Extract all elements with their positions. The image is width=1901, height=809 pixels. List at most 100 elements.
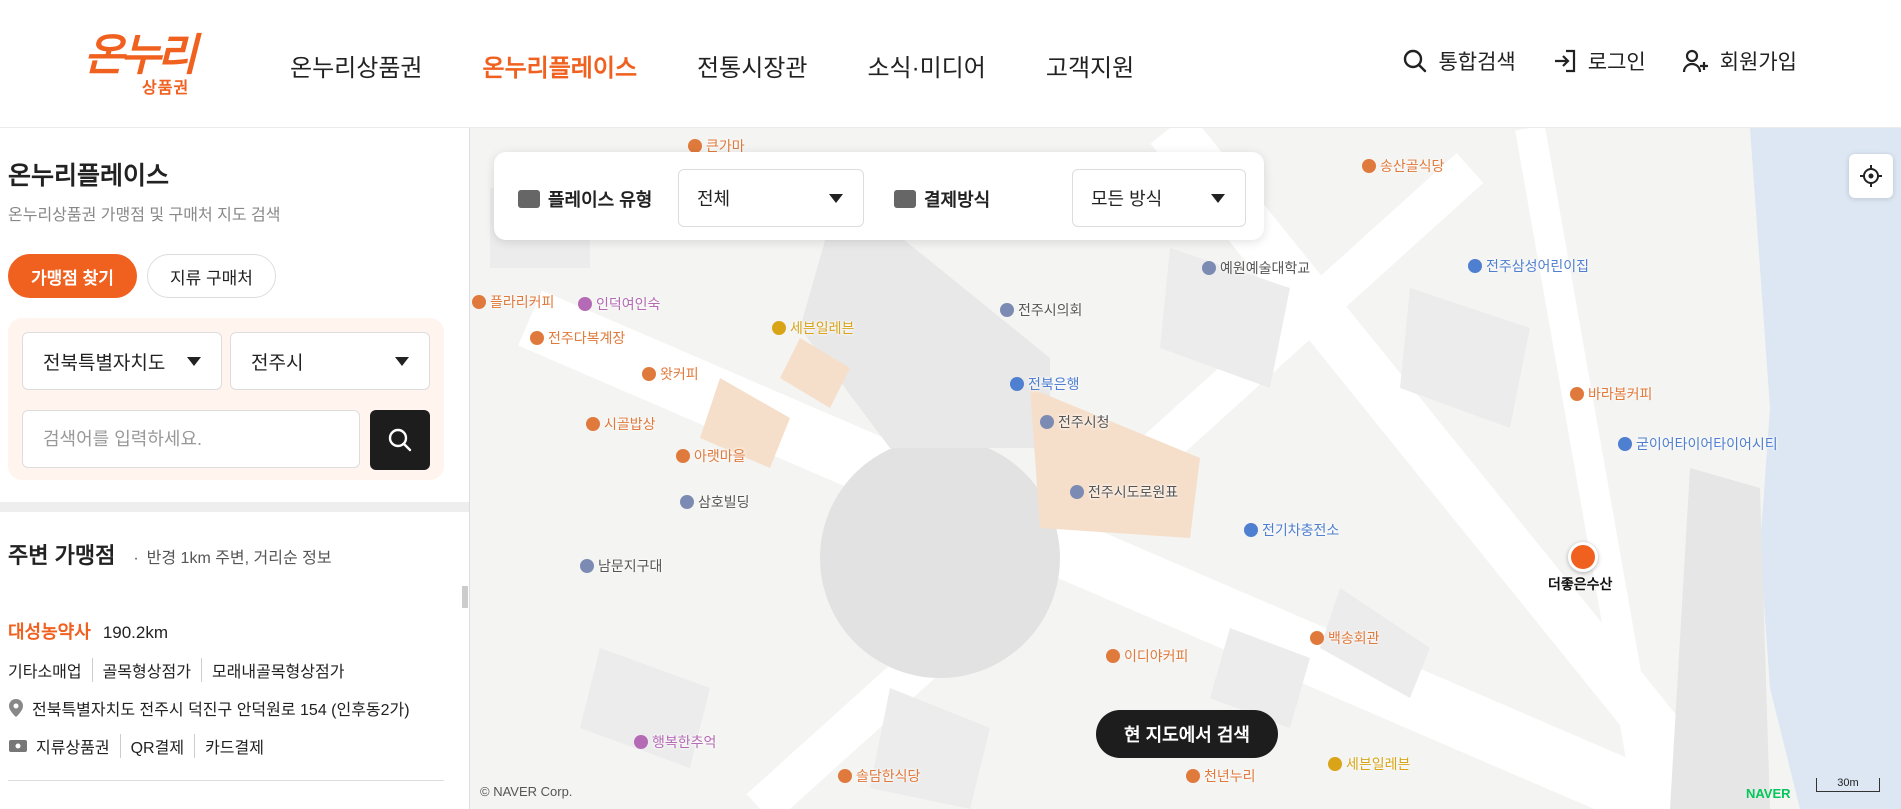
store-payments-row: 지류상품권 QR결제 카드결제 bbox=[8, 734, 444, 758]
map-poi-label: 인덕여인숙 bbox=[596, 296, 661, 312]
city-select[interactable]: 전주시 bbox=[230, 332, 430, 390]
section-divider bbox=[0, 502, 469, 512]
map-poi-label: 이디야커피 bbox=[1124, 648, 1189, 664]
search-mode-tabs: 가맹점 찾기 지류 구매처 bbox=[8, 254, 286, 298]
government-icon bbox=[1040, 415, 1054, 429]
nav-item-customer-support[interactable]: 고객지원 bbox=[1046, 48, 1134, 83]
location-pin-icon bbox=[9, 699, 23, 717]
place-type-select[interactable]: 전체 bbox=[678, 169, 864, 227]
keyword-search-input[interactable] bbox=[22, 410, 360, 468]
map-poi[interactable]: 전기차충전소 bbox=[1244, 520, 1339, 540]
map-poi-label: 세븐일레븐 bbox=[1346, 756, 1411, 772]
search-current-map-button[interactable]: 현 지도에서 검색 bbox=[1096, 710, 1278, 758]
map-poi[interactable]: 굳이어타이어타이어시티 bbox=[1618, 434, 1778, 454]
signup-link[interactable]: 회원가입 bbox=[1682, 46, 1797, 76]
integrated-search-link[interactable]: 통합검색 bbox=[1402, 46, 1516, 76]
map-poi[interactable]: 솔담한식당 bbox=[838, 766, 920, 786]
crosshair-icon bbox=[1860, 165, 1882, 187]
nav-item-gift-certificate[interactable]: 온누리상품권 bbox=[290, 48, 422, 83]
building-icon bbox=[680, 495, 694, 509]
restaurant-icon bbox=[838, 769, 852, 783]
payment-select[interactable]: 모든 방식 bbox=[1072, 169, 1246, 227]
map-poi[interactable]: 전주다복계장 bbox=[530, 328, 625, 348]
region-select[interactable]: 전북특별자치도 bbox=[22, 332, 222, 390]
map-poi-label: 천년누리 bbox=[1204, 768, 1256, 784]
map-poi-label: 전주시의회 bbox=[1018, 302, 1083, 318]
map-poi[interactable]: 전주시도로원표 bbox=[1070, 482, 1178, 502]
onnuri-logo[interactable]: 온누리 상품권 bbox=[84, 34, 197, 98]
site-header: 온누리 상품권 온누리상품권 온누리플레이스 전통시장관 소식·미디어 고객지원… bbox=[0, 0, 1901, 128]
map-poi[interactable]: 행복한추억 bbox=[634, 732, 716, 752]
map-poi[interactable]: 백송회관 bbox=[1310, 628, 1380, 648]
map-poi-label: 왓커피 bbox=[660, 366, 699, 382]
map-poi[interactable]: 송산골식당 bbox=[1362, 156, 1444, 176]
cafe-icon bbox=[1106, 649, 1120, 663]
map-poi[interactable]: 왓커피 bbox=[642, 364, 699, 384]
main-nav: 온누리상품권 온누리플레이스 전통시장관 소식·미디어 고객지원 bbox=[290, 48, 1194, 83]
keyword-search-button[interactable] bbox=[370, 410, 430, 470]
nav-item-news-media[interactable]: 소식·미디어 bbox=[867, 48, 985, 83]
naver-logo[interactable]: NAVER bbox=[1746, 786, 1791, 801]
store-name[interactable]: 대성농약사 bbox=[8, 618, 91, 644]
lodging-icon bbox=[578, 297, 592, 311]
caret-down-icon bbox=[1211, 194, 1225, 203]
place-type-label-group: 플레이스 유형 bbox=[518, 186, 652, 212]
map-poi[interactable]: 전주시청 bbox=[1040, 412, 1110, 432]
map-poi-label: 백송회관 bbox=[1328, 630, 1380, 646]
government-icon bbox=[1000, 303, 1014, 317]
map-poi-label: 시골밥상 bbox=[604, 416, 656, 432]
add-user-icon bbox=[1682, 49, 1708, 73]
store-categories: 기타소매업 골목형상점가 모래내골목형상점가 bbox=[8, 658, 444, 682]
map-poi[interactable]: 세븐일레븐 bbox=[772, 318, 854, 338]
signup-label: 회원가입 bbox=[1719, 51, 1797, 74]
map-poi[interactable]: 전북은행 bbox=[1010, 374, 1080, 394]
payment-label-group: 결제방식 bbox=[894, 186, 990, 212]
map-poi[interactable]: 세븐일레븐 bbox=[1328, 754, 1410, 774]
map-poi[interactable]: 삼호빌딩 bbox=[680, 492, 750, 512]
my-location-button[interactable] bbox=[1849, 154, 1893, 198]
map-poi[interactable]: 바라봄커피 bbox=[1570, 384, 1652, 404]
map-poi[interactable]: 플라리커피 bbox=[472, 292, 554, 312]
place-type-value: 전체 bbox=[697, 189, 731, 209]
map-poi-label: 행복한추억 bbox=[652, 734, 717, 750]
map-poi-label: 남문지구대 bbox=[598, 558, 663, 574]
map-poi-label: 삼호빌딩 bbox=[698, 494, 750, 510]
car-repair-icon bbox=[1618, 437, 1632, 451]
map-scale-bar: 30m bbox=[1816, 778, 1880, 792]
map-poi[interactable]: 아랫마을 bbox=[676, 446, 746, 466]
login-link[interactable]: 로그인 bbox=[1552, 46, 1646, 76]
bank-icon bbox=[1010, 377, 1024, 391]
map-poi-label: 플라리커피 bbox=[490, 294, 555, 310]
store-list-item[interactable]: 대성농약사 190.2km 기타소매업 골목형상점가 모래내골목형상점가 전북특… bbox=[8, 618, 444, 758]
nav-item-traditional-market[interactable]: 전통시장관 bbox=[697, 48, 807, 83]
map-poi[interactable]: 천년누리 bbox=[1186, 766, 1256, 786]
search-panel: 전북특별자치도 전주시 bbox=[8, 318, 444, 480]
search-icon bbox=[388, 428, 412, 452]
nearby-stores-desc: 반경 1km 주변, 거리순 정보 bbox=[146, 550, 332, 567]
map-poi[interactable]: 인덕여인숙 bbox=[578, 294, 660, 314]
map-poi[interactable]: 전주시의회 bbox=[1000, 300, 1082, 320]
sidebar-description: 온누리상품권 가맹점 및 구매처 지도 검색 bbox=[8, 207, 281, 224]
store-category: 골목형상점가 bbox=[91, 658, 191, 682]
tab-paper-purchase[interactable]: 지류 구매처 bbox=[146, 254, 276, 298]
map-poi-label: 전주시도로원표 bbox=[1088, 484, 1179, 500]
map-poi[interactable]: 예원예술대학교 bbox=[1202, 258, 1310, 278]
sidebar-scrollbar[interactable] bbox=[462, 586, 468, 608]
selected-store-marker[interactable] bbox=[1568, 542, 1598, 572]
map-view[interactable]: 큰가마 송산골식당 인덕여인숙 플라리커피 전주다복계장 세븐일레븐 전주시의회… bbox=[470, 128, 1901, 809]
map-poi[interactable]: 남문지구대 bbox=[580, 556, 662, 576]
lodging-icon bbox=[634, 735, 648, 749]
map-poi[interactable]: 전주삼성어린이집 bbox=[1468, 256, 1589, 276]
map-poi[interactable]: 이디야커피 bbox=[1106, 646, 1188, 666]
tab-find-store[interactable]: 가맹점 찾기 bbox=[8, 254, 137, 298]
cafe-icon bbox=[642, 367, 656, 381]
store-address-row: 전북특별자치도 전주시 덕진구 안덕원로 154 (인후동2가) bbox=[8, 696, 444, 720]
map-filter-panel: 플레이스 유형 전체 결제방식 모든 방식 bbox=[494, 152, 1264, 240]
map-poi-label: 예원예술대학교 bbox=[1220, 260, 1311, 276]
map-poi-label: 송산골식당 bbox=[1380, 158, 1445, 174]
map-poi[interactable]: 시골밥상 bbox=[586, 414, 656, 434]
nav-item-onnuri-place[interactable]: 온누리플레이스 bbox=[482, 48, 637, 83]
store-divider bbox=[8, 780, 444, 781]
selected-store-label[interactable]: 더좋은수산 bbox=[1548, 574, 1612, 594]
store-payment: 카드결제 bbox=[194, 734, 264, 758]
